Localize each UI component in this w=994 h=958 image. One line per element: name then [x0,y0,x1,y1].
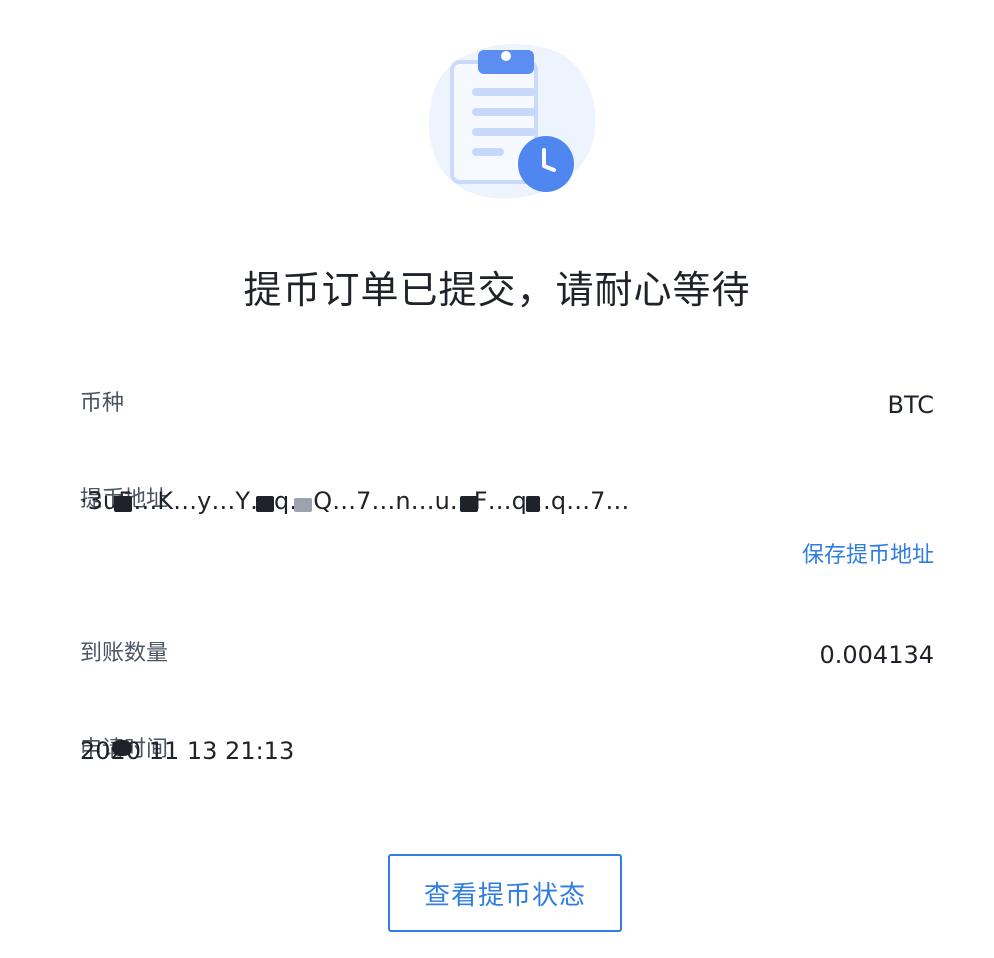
save-address-link[interactable]: 保存提币地址 [802,538,934,574]
info-row-address: 提币地址 ·3u5…K…y…Y…q…Q…7…n…u…F…q…q…7… [80,480,934,520]
redaction-mark [114,496,132,512]
view-withdrawal-status-button[interactable]: 查看提币状态 [388,854,622,932]
currency-label: 币种 [80,391,125,416]
currency-value: BTC [887,391,934,419]
redaction-mark [526,496,540,512]
clipboard-clock-icon [429,43,596,199]
info-row-time: 申请时间 2020 11 13 21:13 [80,730,934,770]
info-row-currency: 币种 BTC [80,384,934,424]
amount-label: 到账数量 [80,641,169,666]
page-title: 提币订单已提交，请耐心等待 [243,268,751,312]
info-row-amount: 到账数量 0.004134 [80,634,934,674]
time-value: 2020 11 13 21:13 [80,737,295,765]
redaction-mark [256,496,274,512]
clock-icon [518,136,574,192]
address-value: ·3u5…K…y…Y…q…Q…7…n…u…F…q…q…7… [80,487,630,515]
redaction-mark [112,740,132,756]
redaction-mark [460,496,478,512]
amount-value: 0.004134 [819,641,934,669]
redaction-mark [294,498,312,512]
